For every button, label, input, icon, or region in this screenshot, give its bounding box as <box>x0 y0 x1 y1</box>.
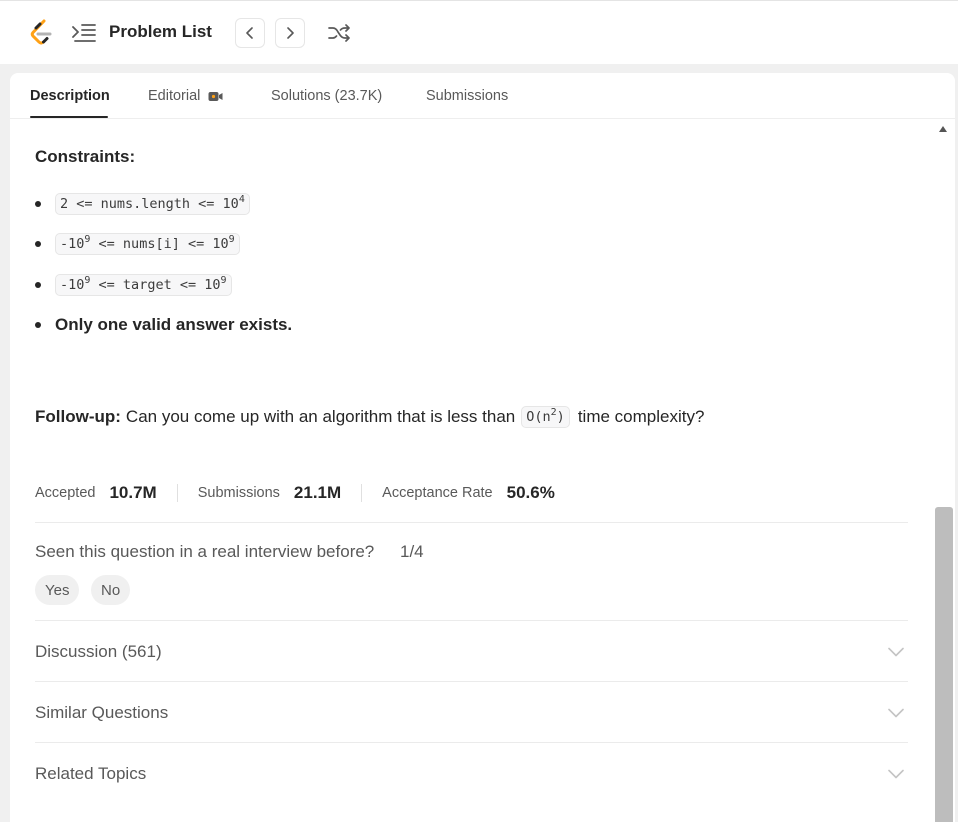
top-nav-bar: Problem List <box>0 0 958 64</box>
chevron-down-icon <box>888 769 904 779</box>
shuffle-icon[interactable] <box>328 23 350 43</box>
next-problem-button[interactable] <box>275 18 305 48</box>
submissions-value: 21.1M <box>293 483 342 502</box>
related-topics-label: Related Topics <box>35 764 147 783</box>
divider <box>35 742 908 743</box>
follow-up-code: O(n2) <box>521 406 570 428</box>
tab-submissions-label: Submissions <box>426 88 509 104</box>
constraint-item: Only one valid answer exists. <box>35 315 292 335</box>
yes-button[interactable]: Yes <box>35 575 80 605</box>
tab-editorial[interactable]: Editorial <box>148 88 223 104</box>
similar-questions-section[interactable]: Similar Questions <box>35 683 908 743</box>
constraint-item: -109 <= nums[i] <= 109 <box>35 233 240 255</box>
chevron-down-icon <box>888 647 904 657</box>
discussion-section[interactable]: Discussion (561) <box>35 622 908 682</box>
accepted-value: 10.7M <box>109 483 157 502</box>
tab-bar: Description Editorial Solutions (23.7K) … <box>10 73 955 119</box>
scroll-up-arrow-icon[interactable] <box>939 126 947 132</box>
submissions-label: Submissions <box>197 485 280 501</box>
stat-divider <box>176 484 178 502</box>
bullet-dot <box>35 322 41 328</box>
description-panel: Description Editorial Solutions (23.7K) … <box>10 73 955 822</box>
constraint-code: -109 <= nums[i] <= 109 <box>55 233 240 255</box>
similar-questions-label: Similar Questions <box>35 703 169 722</box>
related-topics-section[interactable]: Related Topics <box>35 744 908 804</box>
follow-up-text: Can you come up with an algorithm that i… <box>125 407 516 426</box>
stat-divider <box>361 484 363 502</box>
divider <box>35 620 908 621</box>
divider <box>35 681 908 682</box>
acceptance-rate-label: Acceptance Rate <box>382 485 493 501</box>
acceptance-rate-value: 50.6% <box>506 483 555 502</box>
interview-fraction: 1/4 <box>400 542 424 561</box>
tab-solutions[interactable]: Solutions (23.7K) <box>271 88 382 104</box>
constraint-code: 2 <= nums.length <= 104 <box>55 193 250 215</box>
constraint-item: 2 <= nums.length <= 104 <box>35 193 250 215</box>
bullet-dot <box>35 282 41 288</box>
scrollbar-thumb[interactable] <box>935 507 953 822</box>
chevron-right-icon <box>287 27 294 39</box>
prev-problem-button[interactable] <box>235 18 265 48</box>
video-icon <box>208 91 223 101</box>
active-tab-indicator <box>30 116 108 118</box>
constraints-heading: Constraints: <box>35 147 136 166</box>
tab-editorial-label: Editorial <box>148 88 201 104</box>
no-button[interactable]: No <box>91 575 131 605</box>
problem-list-link[interactable]: Problem List <box>109 22 212 42</box>
constraint-code: -109 <= target <= 109 <box>55 274 232 296</box>
accepted-label: Accepted <box>35 485 96 501</box>
follow-up: Follow-up: Can you come up with an algor… <box>35 406 704 428</box>
divider <box>35 522 908 523</box>
follow-up-label: Follow-up: <box>35 407 121 426</box>
problem-list-icon[interactable] <box>72 23 96 43</box>
bullet-dot <box>35 201 41 207</box>
tab-solutions-label: Solutions (23.7K) <box>271 88 383 104</box>
leetcode-logo-icon[interactable] <box>28 19 54 47</box>
tab-description-label: Description <box>30 88 110 104</box>
tab-submissions[interactable]: Submissions <box>426 88 508 104</box>
follow-up-text-end: time complexity? <box>577 407 705 426</box>
discussion-label: Discussion (561) <box>35 642 162 661</box>
chevron-down-icon <box>888 708 904 718</box>
tab-description[interactable]: Description <box>30 88 110 104</box>
chevron-left-icon <box>246 27 253 39</box>
stats-row: Accepted 10.7M Submissions 21.1M Accepta… <box>35 483 555 503</box>
interview-question: Seen this question in a real interview b… <box>35 542 375 561</box>
bullet-dot <box>35 241 41 247</box>
constraint-item: -109 <= target <= 109 <box>35 274 232 296</box>
constraint-text: Only one valid answer exists. <box>55 315 293 334</box>
